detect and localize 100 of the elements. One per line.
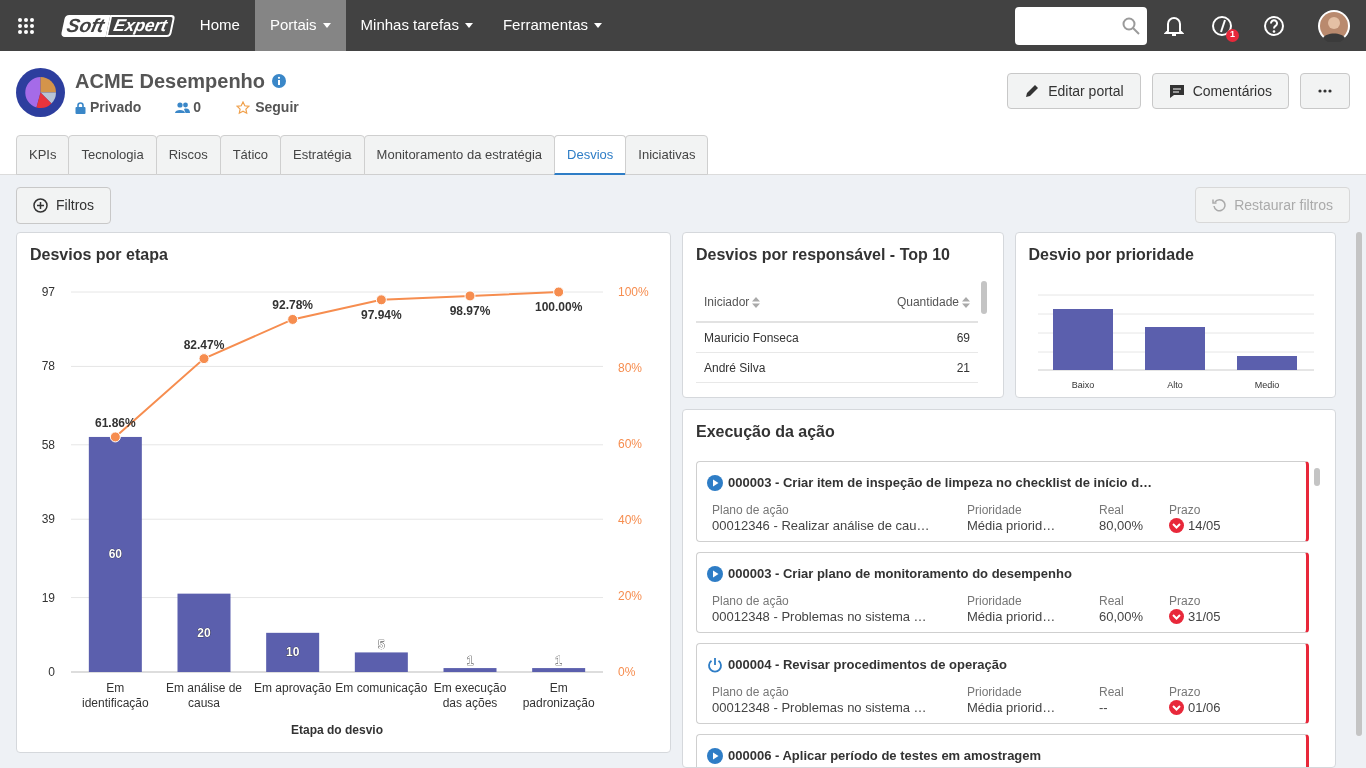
line-point [287, 313, 299, 325]
info-icon[interactable] [272, 74, 287, 88]
line-point [375, 294, 387, 306]
table-cell-text: Mauricio Fonseca [704, 329, 799, 347]
edit-portal-button[interactable]: Editar portal [1007, 73, 1141, 109]
card-title: Desvios por responsável - Top 10 [696, 245, 951, 265]
field-value: 00012348 - Problemas no sistema … [712, 699, 927, 717]
bar [1144, 327, 1205, 370]
field-value: Média priorid… [967, 516, 1056, 535]
category-label: Alto [1166, 380, 1183, 390]
line-point [198, 353, 210, 365]
scrollbar[interactable] [981, 281, 987, 314]
card-title: Desvios por etapa [29, 245, 169, 265]
axis-tick-label: 97 [41, 285, 55, 299]
field-value: -- [1099, 698, 1108, 717]
action-card[interactable]: 000003 - Criar item de inspeção de limpeza no checklist de início d… Plano de ação 00012346 - Realizar análise de cau… Prioridade Média priorid… Real 80,00% Prazo 14/05 [696, 461, 1309, 542]
bar [532, 668, 586, 672]
line-point [464, 290, 476, 302]
nav-menu-item[interactable]: Ferramentas [487, 0, 617, 51]
tab[interactable]: Tecnologia [68, 135, 157, 175]
axis-tick-label: 39 [41, 512, 55, 527]
point-value-label: 82.47% [183, 337, 225, 352]
axis-tick-label: 19 [41, 590, 55, 605]
tab[interactable]: Monitoramento da estratégia [363, 135, 556, 175]
table-cell-text: 69 [956, 329, 970, 347]
bar-value-label: 10 [286, 645, 300, 660]
bar [1236, 356, 1297, 370]
members-link[interactable]: 0 [175, 97, 202, 118]
axis-tick-label: 20% [618, 589, 643, 603]
bar [443, 668, 497, 672]
field-value: 00012346 - Realizar análise de cau… [712, 517, 930, 535]
field-value: Média priorid… [967, 698, 1056, 717]
nav-menu-item[interactable]: Minhas tarefas [345, 0, 488, 51]
field-value: 14/05 [1188, 516, 1221, 535]
apps-menu-icon[interactable] [17, 16, 35, 35]
scrollbar[interactable] [1314, 468, 1320, 486]
field-value: 00012348 - Problemas no sistema … [712, 608, 927, 626]
star-icon [236, 100, 251, 115]
filters-button[interactable]: Filtros [16, 187, 112, 224]
table-cell-text: André Silva [704, 359, 766, 377]
field-value: Média priorid… [967, 607, 1056, 626]
axis-tick-label: 40% [618, 513, 643, 527]
power-icon [707, 656, 723, 673]
column-header[interactable]: Iniciador [704, 293, 761, 311]
card-title: Desvio por prioridade [1028, 245, 1195, 265]
nav-menu-item[interactable]: Home [184, 0, 255, 51]
field-label: Prioridade [967, 593, 1023, 608]
tab[interactable]: Tático [219, 135, 282, 175]
field-label: Prazo [1169, 684, 1202, 699]
privacy-label: Privado [90, 98, 142, 117]
tab[interactable]: Riscos [155, 135, 221, 175]
action-title: 000003 - Criar plano de monitoramento do desempenho [728, 565, 1072, 583]
chevron-down-icon [1169, 518, 1184, 533]
compass-icon[interactable] [1211, 14, 1233, 37]
tab[interactable]: KPIs [16, 135, 70, 175]
notification-badge: 1 [1226, 28, 1239, 42]
members-icon [175, 102, 191, 113]
line-point [553, 286, 565, 298]
field-label: Prioridade [967, 684, 1023, 699]
point-value-label: 97.94% [361, 307, 402, 322]
column-header[interactable]: Quantidade [896, 293, 970, 311]
portal-pie-icon [16, 68, 65, 117]
help-icon[interactable] [1263, 14, 1285, 37]
sort-icon [752, 296, 761, 308]
nav-menu-item[interactable]: Portais [254, 0, 346, 51]
comments-button[interactable]: Comentários [1151, 73, 1289, 109]
point-value-label: 98.97% [449, 303, 491, 318]
action-card[interactable]: 000003 - Criar plano de monitoramento do desempenho Plano de ação 00012348 - Problemas no sistema … Prioridade Média priorid… Real 60,00% Prazo 31/05 [696, 552, 1309, 633]
field-label: Prioridade [967, 502, 1023, 517]
table-cell-text: 21 [956, 359, 970, 377]
comment-icon [1168, 83, 1185, 99]
tab[interactable]: Desvios [554, 135, 627, 175]
more-icon [1318, 89, 1332, 93]
axis-title: Etapa do desvio [291, 723, 383, 737]
category-label: Medio [1254, 380, 1279, 390]
field-value: 01/06 [1188, 698, 1221, 717]
follow-link[interactable]: Seguir [236, 97, 299, 118]
scrollbar[interactable] [1356, 232, 1362, 736]
field-label: Prazo [1169, 593, 1202, 608]
lock-icon [75, 101, 86, 114]
action-card[interactable]: 000006 - Aplicar período de testes em amostragem [696, 734, 1309, 767]
chevron-down-icon [1169, 700, 1184, 715]
axis-tick-label: 80% [618, 361, 643, 375]
bar-value-label: 1 [466, 654, 474, 669]
pencil-icon [1024, 83, 1041, 99]
action-card[interactable]: 000004 - Revisar procedimentos de operação Plano de ação 00012348 - Problemas no sistema … Prioridade Média priorid… Real -- Prazo 01/06 [696, 643, 1309, 724]
field-value: 31/05 [1188, 607, 1221, 626]
search-icon [1122, 16, 1140, 35]
search-field[interactable] [1015, 6, 1147, 45]
category-label: Em comunicação [335, 681, 428, 695]
play-icon [707, 565, 723, 582]
tab[interactable]: Iniciativas [625, 135, 709, 175]
bar-value-label: 5 [378, 638, 385, 653]
axis-tick-label: 78 [41, 359, 55, 374]
field-label: Real [1099, 593, 1125, 608]
category-label: Em análise de causa [166, 681, 242, 710]
bell-icon[interactable] [1164, 14, 1184, 37]
tab[interactable]: Estratégia [280, 135, 365, 175]
portal-title: ACME Desempenho [75, 69, 266, 94]
avatar-icon[interactable] [1318, 9, 1350, 42]
